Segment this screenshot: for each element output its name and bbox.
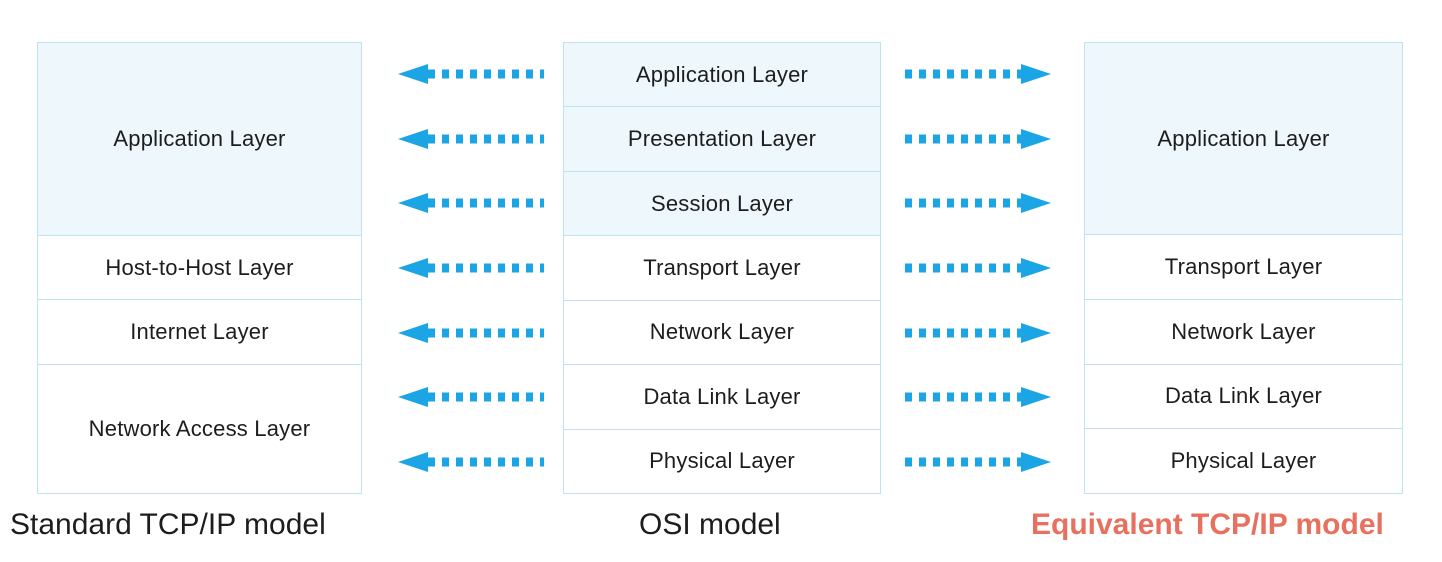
layer-box-tcpip-network-access: Network Access Layer [37,364,362,495]
layer-box-osi-network: Network Layer [563,299,881,366]
diagram-canvas: Application Layer Host-to-Host Layer Int… [0,0,1442,562]
layer-box-osi-physical: Physical Layer [563,428,881,494]
layer-box-osi-transport: Transport Layer [563,235,881,301]
layer-label: Network Access Layer [88,416,311,442]
layer-label: Session Layer [650,190,793,216]
arrow-left-icon [398,258,544,279]
arrow-right-icon [905,322,1051,343]
layer-label: Transport Layer [1164,254,1323,279]
arrow-row [905,107,1053,172]
layer-box-equiv-network: Network Layer [1084,298,1403,365]
arrow-row [905,365,1053,430]
layer-box-tcpip-internet: Internet Layer [37,299,362,366]
layer-box-equiv-application: Application Layer [1084,42,1403,236]
arrow-row [396,429,544,494]
arrow-left-icon [398,64,544,85]
arrow-row [905,429,1053,494]
caption-standard-tcpip: Standard TCP/IP model [10,508,326,541]
column-standard-tcpip: Application Layer Host-to-Host Layer Int… [37,42,362,495]
layer-box-osi-session: Session Layer [563,170,881,237]
caption-osi: OSI model [639,508,781,541]
arrow-row [396,107,544,172]
column-osi: Application Layer Presentation Layer Ses… [563,42,881,494]
arrow-right-icon [905,64,1051,85]
layer-label: Application Layer [1157,125,1330,151]
arrow-row [905,42,1053,107]
layer-label: Physical Layer [649,448,795,474]
column-equivalent-tcpip: Application Layer Transport Layer Networ… [1084,42,1403,495]
arrow-row [396,300,544,365]
layer-label: Host-to-Host Layer [105,254,294,280]
arrow-row [905,171,1053,236]
arrow-left-icon [398,193,544,214]
arrow-right-icon [905,193,1051,214]
arrow-lane-right [905,42,1053,494]
layer-box-osi-presentation: Presentation Layer [563,106,881,172]
layer-label: Network Layer [1171,318,1316,344]
caption-equivalent-tcpip: Equivalent TCP/IP model [1031,508,1384,541]
layer-box-tcpip-application: Application Layer [37,42,362,236]
layer-box-osi-application: Application Layer [563,42,881,108]
layer-label: Transport Layer [643,254,801,280]
arrow-row [396,365,544,430]
arrow-left-icon [398,128,544,149]
layer-box-osi-data-link: Data Link Layer [563,364,881,430]
layer-label: Presentation Layer [627,126,817,152]
arrow-row [905,236,1053,301]
arrow-left-icon [398,322,544,343]
arrow-left-icon [398,387,544,408]
layer-label: Network Layer [649,319,795,345]
arrow-row [905,300,1053,365]
layer-box-tcpip-host-to-host: Host-to-Host Layer [37,234,362,301]
arrow-row [396,42,544,107]
arrow-row [396,171,544,236]
layer-label: Application Layer [635,61,809,87]
layer-label: Data Link Layer [643,383,801,409]
layer-label: Internet Layer [130,319,269,345]
arrow-right-icon [905,387,1051,408]
layer-box-equiv-physical: Physical Layer [1084,428,1403,495]
arrow-right-icon [905,128,1051,149]
layer-label: Data Link Layer [1164,383,1323,409]
arrow-right-icon [905,451,1051,472]
arrow-lane-left [396,42,544,494]
layer-box-equiv-data-link: Data Link Layer [1084,363,1403,430]
layer-box-equiv-transport: Transport Layer [1084,234,1403,300]
layer-label: Physical Layer [1170,448,1317,474]
arrow-right-icon [905,258,1051,279]
arrow-row [396,236,544,301]
layer-label: Application Layer [113,125,286,151]
arrow-left-icon [398,451,544,472]
